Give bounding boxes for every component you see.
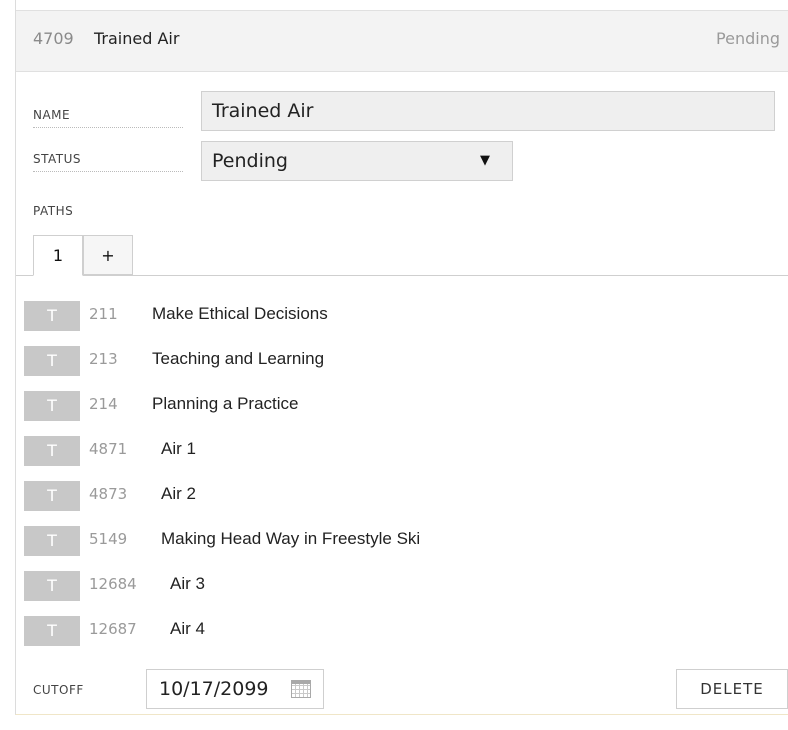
- list-item[interactable]: T 211 Make Ethical Decisions: [24, 297, 764, 342]
- type-badge: T: [24, 481, 80, 511]
- list-item[interactable]: T 12687 Air 4: [24, 612, 764, 657]
- status-value: Pending: [212, 150, 288, 172]
- type-badge: T: [24, 526, 80, 556]
- cutoff-date-input[interactable]: 10/17/2099: [146, 669, 324, 709]
- type-badge: T: [24, 346, 80, 376]
- type-badge: T: [24, 391, 80, 421]
- status-select[interactable]: Pending ▼: [201, 141, 513, 181]
- list-item[interactable]: T 213 Teaching and Learning: [24, 342, 764, 387]
- name-label: NAME: [33, 108, 183, 128]
- path-tabs: 1 +: [16, 235, 788, 276]
- item-name: Air 3: [170, 574, 205, 593]
- item-number: 12687: [89, 620, 137, 638]
- status-label: STATUS: [33, 152, 183, 172]
- header-title: Trained Air: [94, 29, 180, 48]
- type-badge: T: [24, 616, 80, 646]
- list-item[interactable]: T 12684 Air 3: [24, 567, 764, 612]
- path-editor-panel: 4709 Trained Air Pending NAME Trained Ai…: [15, 0, 788, 715]
- type-badge: T: [24, 571, 80, 601]
- item-name: Making Head Way in Freestyle Ski: [161, 529, 421, 548]
- item-number: 4873: [89, 485, 128, 503]
- item-name: Teaching and Learning: [152, 349, 325, 368]
- item-number: 5149: [89, 530, 128, 548]
- item-name: Air 2: [161, 484, 196, 503]
- item-number: 12684: [89, 575, 137, 593]
- name-input[interactable]: Trained Air: [201, 91, 775, 131]
- item-name: Planning a Practice: [152, 394, 299, 413]
- item-name: Air 1: [161, 439, 196, 458]
- item-number: 213: [89, 350, 118, 368]
- header-id: 4709: [33, 29, 74, 48]
- list-item[interactable]: T 214 Planning a Practice: [24, 387, 764, 432]
- header-status: Pending: [716, 29, 780, 48]
- tab-path-1[interactable]: 1: [33, 235, 83, 276]
- list-item[interactable]: T 4871 Air 1: [24, 432, 764, 477]
- chevron-down-icon: ▼: [480, 153, 490, 168]
- item-number: 4871: [89, 440, 128, 458]
- calendar-icon[interactable]: [291, 680, 311, 698]
- item-name: Air 4: [170, 619, 205, 638]
- item-number: 211: [89, 305, 118, 323]
- add-path-tab[interactable]: +: [83, 235, 133, 275]
- type-badge: T: [24, 301, 80, 331]
- panel-header[interactable]: 4709 Trained Air Pending: [16, 10, 788, 72]
- list-item[interactable]: T 5149 Making Head Way in Freestyle Ski: [24, 522, 764, 567]
- type-badge: T: [24, 436, 80, 466]
- delete-button[interactable]: DELETE: [676, 669, 788, 709]
- path-item-list: T 211 Make Ethical Decisions T 213 Teaching a…: [24, 297, 764, 657]
- list-item[interactable]: T 4873 Air 2: [24, 477, 764, 522]
- cutoff-date-value: 10/17/2099: [159, 678, 269, 700]
- cutoff-label: CUTOFF: [33, 683, 84, 697]
- paths-label: PATHS: [33, 204, 74, 218]
- item-name: Make Ethical Decisions: [152, 304, 328, 323]
- item-number: 214: [89, 395, 118, 413]
